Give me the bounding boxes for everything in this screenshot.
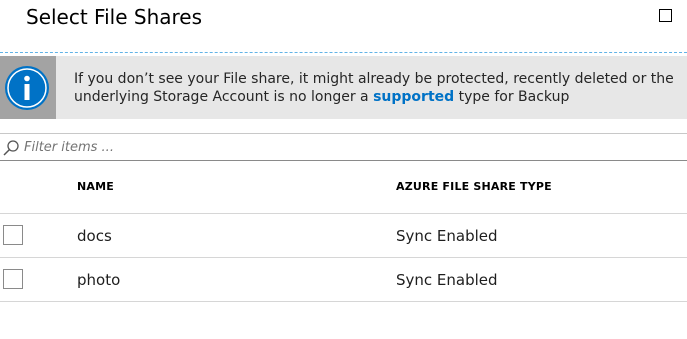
info-banner: If you don’t see your File share, it mig… — [0, 56, 687, 119]
info-message: If you don’t see your File share, it mig… — [74, 70, 674, 106]
dialog-header: Select File Shares — [0, 0, 687, 53]
row-checkbox[interactable] — [3, 225, 23, 245]
file-share-type: Sync Enabled — [396, 271, 498, 289]
search-icon — [3, 140, 19, 156]
maximize-icon[interactable] — [659, 9, 672, 22]
info-text-after: type for Backup — [454, 89, 570, 105]
info-icon — [5, 66, 49, 110]
table-row[interactable]: docs Sync Enabled — [0, 214, 687, 258]
file-share-name: docs — [77, 227, 112, 245]
table-row[interactable]: photo Sync Enabled — [0, 258, 687, 302]
info-icon-box — [0, 56, 56, 119]
supported-link[interactable]: supported — [373, 89, 454, 105]
filter-input[interactable] — [24, 137, 664, 157]
row-checkbox[interactable] — [3, 269, 23, 289]
file-share-name: photo — [77, 271, 121, 289]
file-share-type: Sync Enabled — [396, 227, 498, 245]
filter-bar — [0, 133, 687, 161]
dialog-title: Select File Shares — [26, 5, 203, 29]
table-header: NAME AZURE FILE SHARE TYPE — [0, 161, 687, 214]
column-header-type[interactable]: AZURE FILE SHARE TYPE — [396, 180, 552, 193]
column-header-name[interactable]: NAME — [77, 180, 114, 193]
file-shares-table: NAME AZURE FILE SHARE TYPE docs Sync Ena… — [0, 161, 687, 302]
